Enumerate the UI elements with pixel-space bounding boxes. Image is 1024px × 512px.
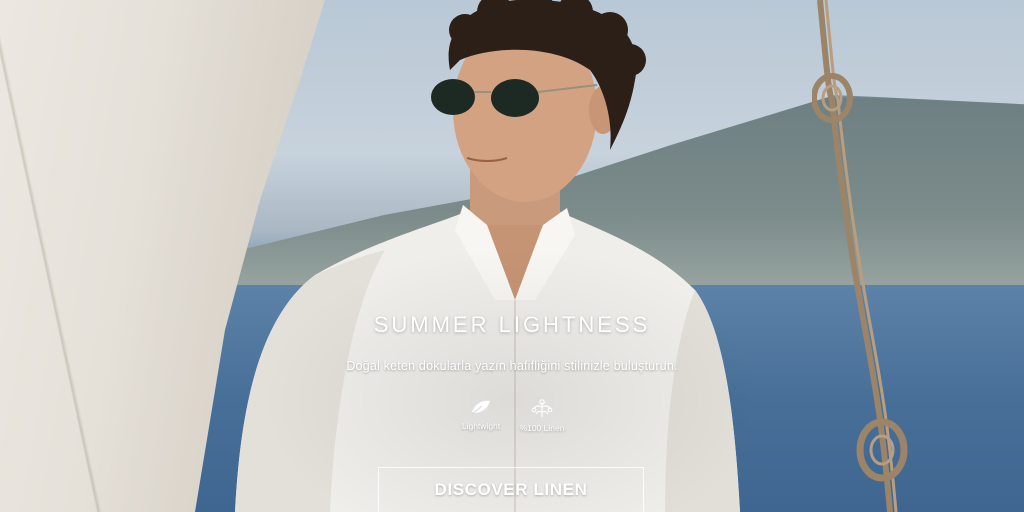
feature-label: %100 Linen — [519, 423, 565, 433]
hero-headline: SUMMER LIGHTNESS — [373, 312, 651, 337]
discover-linen-button[interactable]: DISCOVER LINEN — [378, 467, 644, 512]
feature-linen: %100 Linen — [497, 398, 587, 433]
text-scrim — [0, 0, 1024, 512]
feather-icon — [471, 400, 490, 415]
hero-banner[interactable]: SUMMER LIGHTNESS Doğal keten dokularla y… — [0, 0, 1024, 512]
hero-subtext: Doğal keten dokularla yazın hafifliğini … — [346, 359, 678, 373]
linen-plant-icon — [531, 399, 553, 417]
